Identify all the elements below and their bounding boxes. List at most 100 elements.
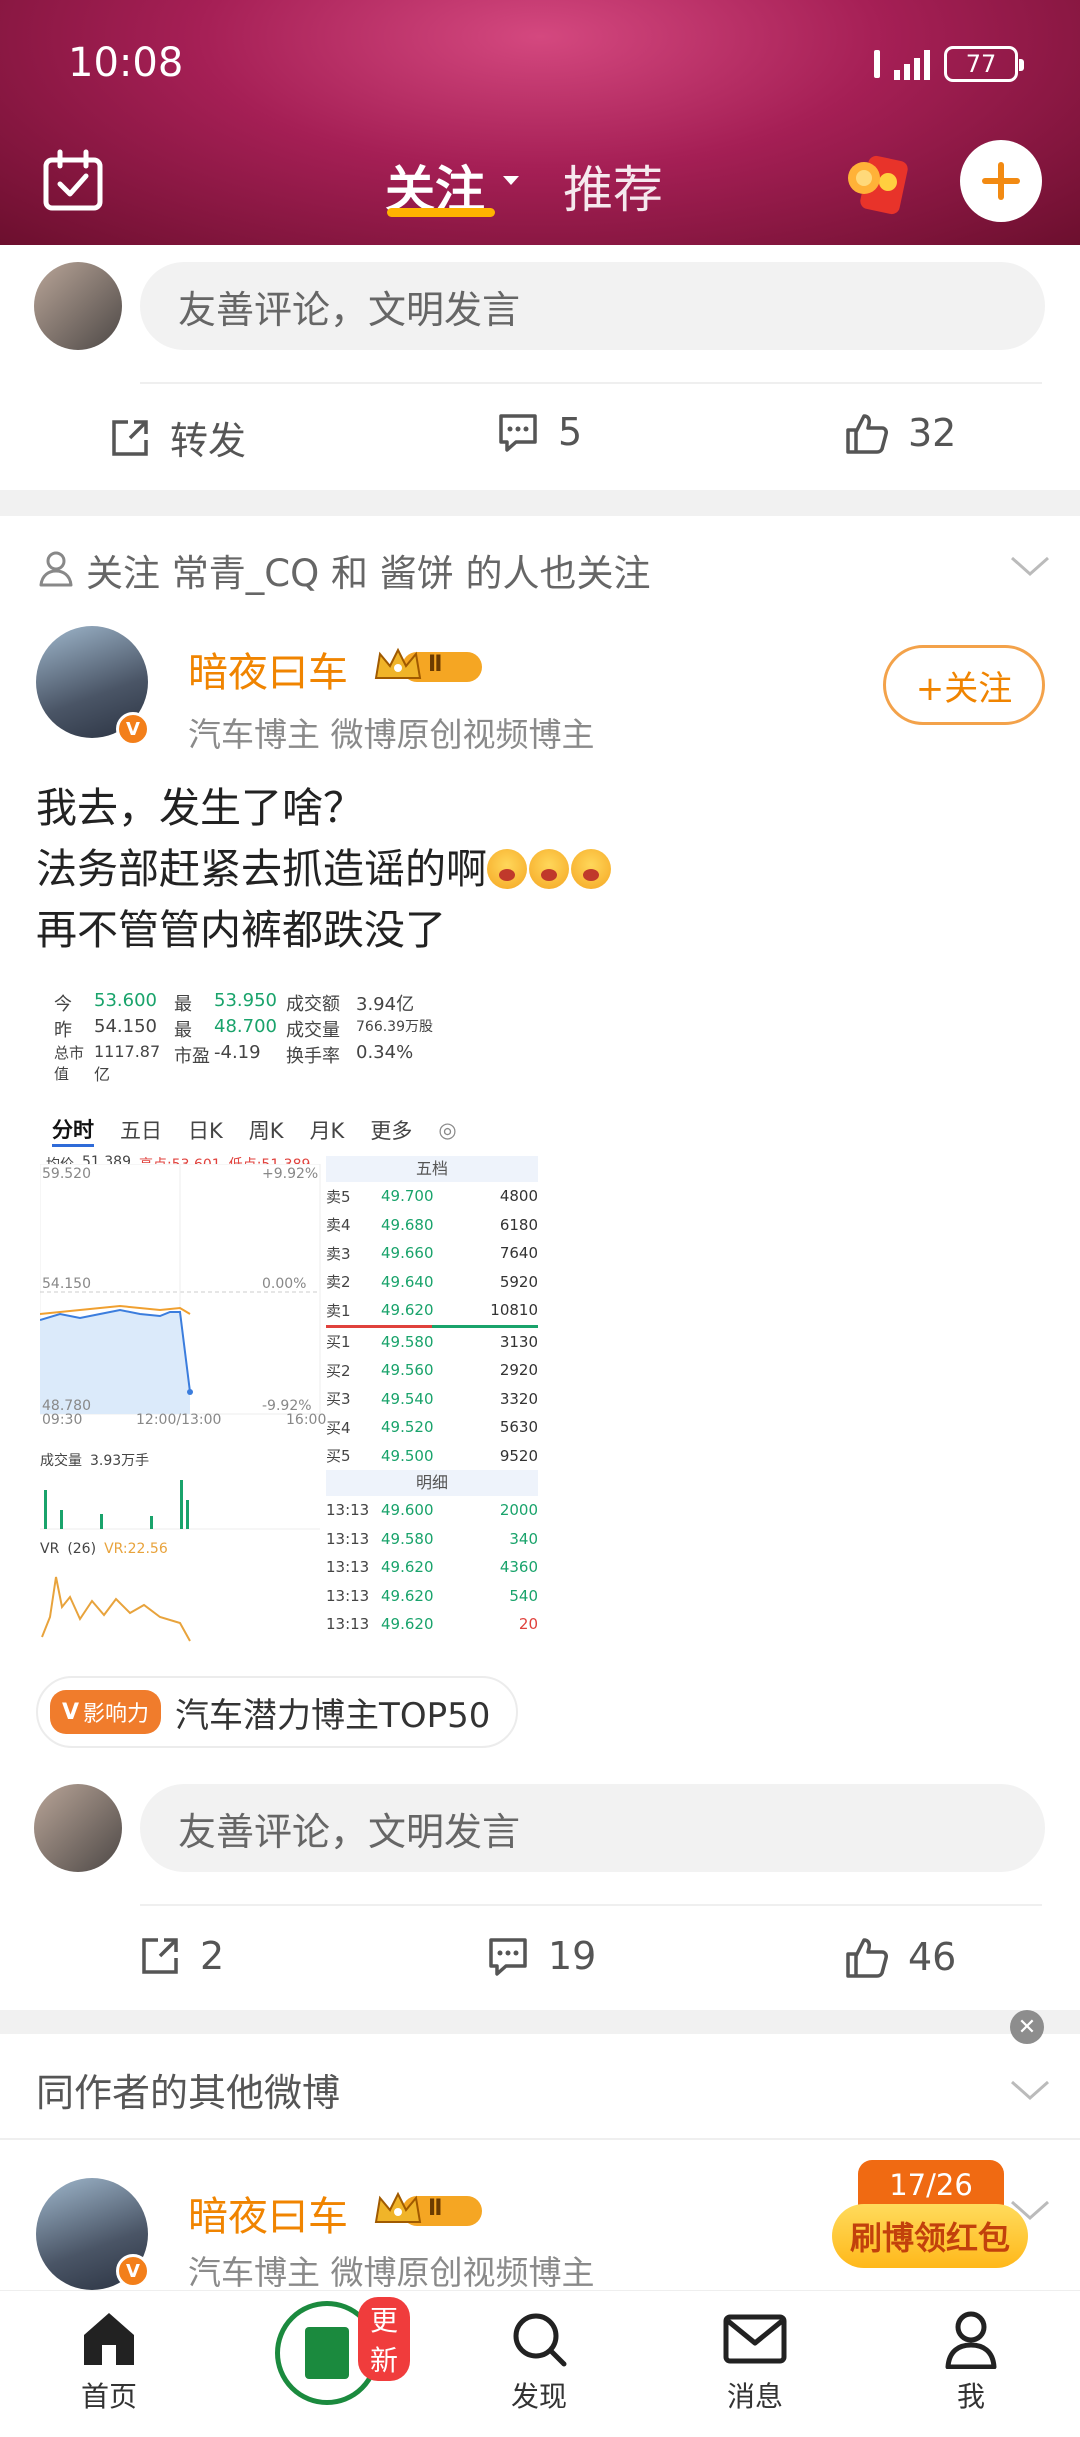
quote-cell: 1117.87亿 — [94, 1042, 161, 1084]
tab-more[interactable]: 更多 — [370, 1115, 412, 1145]
nav-me-label: 我 — [956, 2380, 985, 2413]
vr-value: VR:22.56 — [104, 1541, 168, 1557]
tick-list: 13:13 49.600 2000 13:13 49.580 340 13:13 49.620… — [326, 1496, 538, 1639]
my-avatar[interactable] — [34, 262, 122, 350]
author-description: 汽车博主 微博原创视频博主 — [188, 715, 595, 754]
author-name[interactable]: 暗夜曰车 — [188, 640, 348, 698]
tick-row: 13:13 49.620 20 — [326, 1610, 538, 1639]
ask-row: 卖2 49.640 5920 — [326, 1268, 538, 1297]
bid-label: 买3 — [326, 1390, 351, 1409]
post-text: 我去，发生了啥？ 法务部赶紧去抓造谣的啊 再不管管内裤都跌没了 — [36, 778, 613, 961]
ask-vol: 4800 — [499, 1187, 538, 1206]
influence-tag-label: 影响力 — [83, 1702, 150, 1727]
reward-progress[interactable]: 17/26 — [858, 2160, 1004, 2210]
bottom-nav: 首页 更新 发现 消息 我 — [0, 2290, 1080, 2437]
spread-divider — [326, 1324, 538, 1328]
check-calendar-icon[interactable] — [40, 148, 106, 214]
tab-daily[interactable]: 日K — [188, 1115, 223, 1145]
verified-badge: V — [116, 2254, 150, 2288]
cry-emoji-icon — [529, 849, 569, 889]
comment-input[interactable]: 友善评论，文明发言 — [140, 262, 1045, 350]
bid-price: 49.540 — [381, 1389, 434, 1408]
bid-row: 买4 49.520 5630 — [326, 1413, 538, 1442]
share-icon — [142, 1938, 178, 1974]
tick-vol: 340 — [509, 1529, 538, 1548]
ask-price: 49.640 — [381, 1272, 434, 1291]
red-packet-icon[interactable] — [842, 148, 912, 218]
author-name[interactable]: 暗夜曰车 — [188, 2184, 348, 2242]
ask-vol: 5920 — [499, 1272, 538, 1291]
tick-price: 49.620 — [381, 1586, 434, 1605]
active-tab-indicator — [387, 208, 495, 217]
section-gap — [0, 2010, 1080, 2034]
close-icon[interactable]: ✕ — [1010, 2010, 1044, 2044]
add-post-button[interactable] — [960, 140, 1042, 222]
comment-count: 19 — [548, 1934, 597, 1978]
quote-row: 总市值 1117.87亿 市盈 -4.19 换手率 0.34% — [54, 1042, 534, 1085]
nav-messages-label: 消息 — [726, 2380, 783, 2413]
quote-cell: 0.34% — [356, 1042, 414, 1063]
ask-vol: 7640 — [499, 1244, 538, 1263]
like-button[interactable]: 46 — [844, 1934, 956, 1980]
quote-cell: 53.600 — [94, 990, 157, 1011]
quote-cell: -4.19 — [214, 1042, 261, 1063]
chevron-down-icon[interactable] — [503, 176, 519, 185]
repost-button[interactable]: 转发 — [108, 410, 246, 465]
bid-row: 买1 49.580 3130 — [326, 1328, 538, 1357]
update-badge: 更新 — [358, 2297, 411, 2381]
time-start: 09:30 — [42, 1412, 82, 1426]
quote-cell: 今 — [54, 994, 72, 1015]
nav-discover[interactable]: 发现 — [474, 2309, 604, 2415]
bid-list: 买1 49.580 3130 买2 49.560 2920 买3 49.540 3320 买4 49… — [326, 1328, 538, 1471]
influence-badge[interactable]: V 影响力 汽车潜力博主TOP50 — [36, 1676, 519, 1748]
chevron-down-icon[interactable] — [1008, 552, 1052, 580]
nav-me[interactable]: 我 — [906, 2309, 1036, 2415]
reward-button[interactable]: 刷博领红包 — [832, 2204, 1028, 2268]
tab-5day[interactable]: 五日 — [120, 1115, 162, 1145]
post-line-1: 我去，发生了啥？ — [36, 784, 364, 832]
comment-button[interactable]: 5 — [496, 410, 582, 454]
plus-icon — [982, 162, 1020, 200]
volume-header: 成交量 3.93万手 — [40, 1450, 355, 1470]
chevron-down-icon[interactable] — [1008, 2076, 1052, 2104]
tick-price: 49.580 — [381, 1529, 434, 1548]
my-avatar[interactable] — [34, 1784, 122, 1872]
person-icon — [39, 551, 73, 587]
comment-input[interactable]: 友善评论，文明发言 — [140, 1784, 1045, 1872]
axis-top: 59.520 — [42, 1166, 91, 1182]
time-end: 16:00 — [286, 1412, 326, 1426]
vr-line-chart — [41, 1576, 191, 1642]
status-icons: 77 — [874, 44, 1024, 84]
order-book: 五档 卖5 49.700 4800 卖4 49.680 6180 卖3 49.660 7640 卖… — [326, 1156, 538, 1639]
post-line-2: 法务部赶紧去抓造谣的啊 — [36, 845, 487, 893]
battery-icon: 77 — [944, 46, 1024, 82]
search-icon — [513, 2313, 567, 2367]
chart-tabs: 分时 五日 日K 周K 月K 更多 ◎ — [34, 1108, 539, 1152]
axis-mid-pct: 0.00% — [262, 1276, 306, 1292]
quote-cell: 766.39万股 — [356, 1019, 433, 1035]
like-button[interactable]: 32 — [844, 410, 956, 456]
nav-home[interactable]: 首页 — [44, 2309, 174, 2415]
tick-price: 49.600 — [381, 1501, 434, 1520]
settings-icon[interactable]: ◎ — [438, 1118, 456, 1142]
nav-messages[interactable]: 消息 — [690, 2309, 820, 2415]
quote-cell: 成交量 — [286, 1020, 340, 1041]
repost-label: 转发 — [170, 419, 247, 463]
tab-intraday[interactable]: 分时 — [52, 1114, 94, 1147]
ask-price: 49.700 — [381, 1187, 434, 1206]
ask-row: 卖1 49.620 10810 — [326, 1296, 538, 1325]
repost-button[interactable]: 2 — [138, 1934, 224, 1978]
post-image-stock-screenshot[interactable]: 今 53.600 最 53.950 成交额 3.94亿 昨 54.150 最 4… — [34, 968, 539, 1650]
tick-row: 13:13 49.620 4360 — [326, 1553, 538, 1582]
comment-button[interactable]: 19 — [486, 1934, 596, 1978]
follow-button[interactable]: +关注 — [883, 645, 1045, 725]
comment-icon — [489, 1938, 527, 1976]
ask-label: 卖5 — [326, 1187, 351, 1206]
nav-video[interactable]: 更新 — [262, 2297, 411, 2405]
bid-vol: 3320 — [499, 1389, 538, 1408]
tab-monthly[interactable]: 月K — [310, 1115, 345, 1145]
thumbs-up-icon — [846, 414, 888, 454]
tab-recommend[interactable]: 推荐 — [563, 150, 663, 222]
quote-row: 今 53.600 最 53.950 成交额 3.94亿 — [54, 990, 534, 1016]
tab-weekly[interactable]: 周K — [249, 1115, 284, 1145]
